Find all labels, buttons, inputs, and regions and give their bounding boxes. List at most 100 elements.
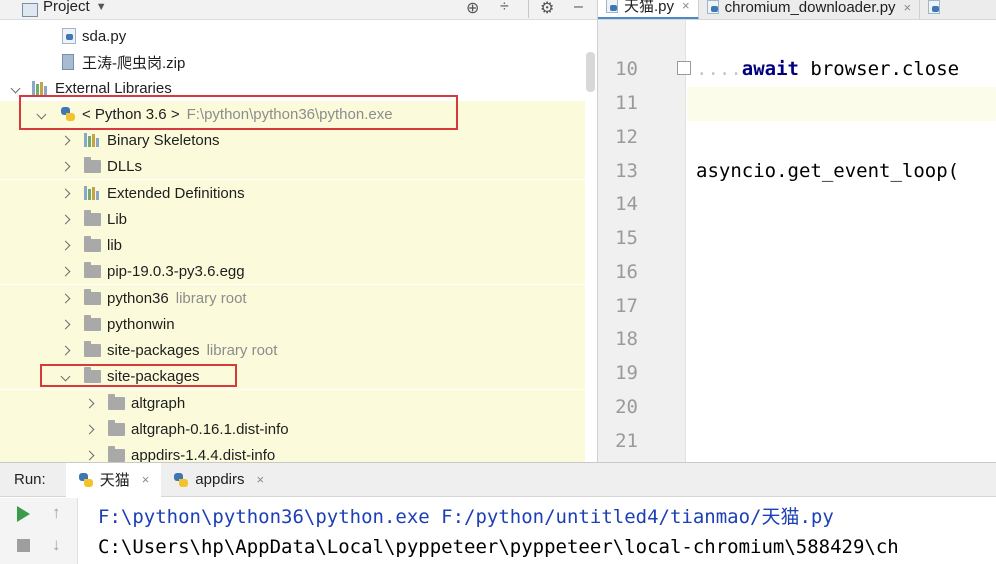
- console-line-command: F:\python\python36\python.exe F:/python/…: [98, 506, 834, 528]
- run-panel: Run: 天猫 × appdirs × ↑ ↓ F:\python\python…: [0, 462, 996, 564]
- tree-item-label: appdirs-1.4.4.dist-info: [131, 446, 276, 463]
- gear-icon[interactable]: ⚙: [540, 0, 554, 18]
- folder-icon: [84, 340, 101, 357]
- console-line-output: C:\Users\hp\AppData\Local\pyppeteer\pypp…: [98, 536, 899, 558]
- folder-icon: [84, 261, 101, 278]
- folder-icon: [84, 366, 101, 383]
- tree-item-appdirs-dist-info[interactable]: appdirs-1.4.4.dist-info: [0, 442, 585, 462]
- close-icon[interactable]: ×: [682, 0, 690, 13]
- folder-icon: [84, 156, 101, 173]
- tree-item-label: python36: [107, 289, 169, 307]
- tree-item-external-libraries[interactable]: External Libraries: [0, 75, 172, 101]
- line-number: 10: [615, 58, 638, 80]
- tree-item-python-sdk[interactable]: < Python 3.6 > F:\python\python36\python…: [0, 101, 585, 127]
- tree-item-label: sda.py: [82, 27, 127, 45]
- chevron-down-icon[interactable]: [8, 81, 22, 95]
- chevron-right-icon[interactable]: [58, 343, 72, 357]
- line-number: 15: [615, 227, 638, 249]
- run-tab-label: appdirs: [195, 471, 245, 488]
- chevron-right-icon[interactable]: [82, 448, 96, 462]
- hide-panel-icon[interactable]: –: [574, 0, 583, 16]
- library-icon: [84, 186, 101, 200]
- tree-item-label: pip-19.0.3-py3.6.egg: [107, 262, 245, 280]
- arrow-up-icon[interactable]: ↑: [52, 503, 61, 523]
- tree-item-python36[interactable]: python36 library root: [0, 285, 585, 311]
- folder-icon: [84, 288, 101, 305]
- tree-item-label: DLLs: [107, 157, 143, 175]
- archive-file-icon: [62, 54, 74, 70]
- chevron-right-icon[interactable]: [58, 159, 72, 173]
- tree-item-site-packages[interactable]: site-packages: [0, 363, 585, 389]
- collapse-all-icon[interactable]: ÷: [500, 0, 509, 16]
- code-text: browser.close: [798, 58, 960, 80]
- line-number: 21: [615, 430, 638, 452]
- editor-tab-bar: 天猫.py × chromium_downloader.py ×: [598, 0, 996, 20]
- chevron-right-icon[interactable]: [58, 133, 72, 147]
- chevron-down-icon[interactable]: ▼: [96, 1, 107, 13]
- arrow-down-icon[interactable]: ↓: [52, 535, 61, 555]
- close-icon[interactable]: ×: [257, 472, 265, 487]
- code-editor[interactable]: 10 11 12 13 14 15 16 17 18 19 20 21 ....…: [598, 20, 996, 462]
- project-title[interactable]: Project: [43, 0, 90, 15]
- chevron-down-icon[interactable]: [58, 369, 72, 383]
- tree-item-label: Lib: [107, 210, 128, 228]
- chevron-down-icon[interactable]: [34, 107, 48, 121]
- tree-item-label: External Libraries: [55, 79, 172, 97]
- project-scrollbar[interactable]: [586, 52, 595, 92]
- library-icon: [32, 81, 49, 95]
- tree-item-label: altgraph: [131, 394, 186, 412]
- line-number: 16: [615, 261, 638, 283]
- tree-item-label: pythonwin: [107, 315, 175, 333]
- tree-item-site-packages-root[interactable]: site-packages library root: [0, 337, 585, 363]
- tree-item-pip-egg[interactable]: pip-19.0.3-py3.6.egg: [0, 258, 585, 284]
- folder-icon: [108, 445, 125, 462]
- chevron-right-icon[interactable]: [82, 422, 96, 436]
- tree-item-dlls[interactable]: DLLs: [0, 153, 585, 179]
- tree-item-label: Extended Definitions: [107, 184, 245, 202]
- tree-item-sda-py[interactable]: sda.py: [0, 23, 126, 49]
- tree-item-extended-definitions[interactable]: Extended Definitions: [0, 180, 585, 206]
- tree-item-label: site-packages: [107, 341, 200, 359]
- line-number-gutter: 10 11 12 13 14 15 16 17 18 19 20 21: [598, 20, 686, 462]
- chevron-right-icon[interactable]: [58, 212, 72, 226]
- line-number: 17: [615, 295, 638, 317]
- tab-tianmao-py[interactable]: 天猫.py ×: [598, 0, 699, 19]
- tree-item-zip[interactable]: 王涛-爬虫岗.zip: [0, 49, 185, 75]
- tree-item-label: altgraph-0.16.1.dist-info: [131, 420, 289, 438]
- chevron-right-icon[interactable]: [58, 238, 72, 252]
- folder-icon: [84, 209, 101, 226]
- locate-target-icon[interactable]: ⊕: [466, 0, 479, 18]
- line-number: 11: [615, 92, 638, 114]
- tree-item-altgraph-dist-info[interactable]: altgraph-0.16.1.dist-info: [0, 416, 585, 442]
- tree-item-altgraph[interactable]: altgraph: [0, 390, 585, 416]
- tree-item-lib-lower[interactable]: lib: [0, 232, 585, 258]
- chevron-right-icon[interactable]: [82, 396, 96, 410]
- close-icon[interactable]: ×: [142, 472, 150, 487]
- python-file-icon: [928, 0, 941, 14]
- stop-icon[interactable]: [17, 539, 30, 552]
- python-file-icon: [706, 0, 719, 14]
- line-number: 13: [615, 160, 638, 182]
- fold-marker-icon[interactable]: [677, 61, 691, 75]
- chevron-right-icon[interactable]: [58, 317, 72, 331]
- line-number: 12: [615, 126, 638, 148]
- close-icon[interactable]: ×: [904, 0, 912, 15]
- folder-icon: [108, 419, 125, 436]
- chevron-right-icon[interactable]: [58, 186, 72, 200]
- tree-item-label: site-packages: [107, 367, 200, 385]
- project-folder-icon: [22, 2, 38, 17]
- keyword-await: await: [741, 58, 799, 80]
- chevron-right-icon[interactable]: [58, 291, 72, 305]
- tab-overflow[interactable]: [920, 0, 954, 19]
- tree-item-pythonwin[interactable]: pythonwin: [0, 311, 585, 337]
- run-tab-appdirs[interactable]: appdirs ×: [161, 463, 276, 497]
- run-tab-label: 天猫: [99, 472, 130, 489]
- chevron-right-icon[interactable]: [58, 264, 72, 278]
- tree-item-binary-skeletons[interactable]: Binary Skeletons: [0, 127, 585, 153]
- python-file-icon: [606, 0, 618, 13]
- tree-item-lib-upper[interactable]: Lib: [0, 206, 585, 232]
- run-tab-tianmao[interactable]: 天猫 ×: [65, 462, 162, 497]
- rerun-icon[interactable]: [17, 506, 30, 522]
- folder-icon: [84, 235, 101, 252]
- tab-chromium-downloader[interactable]: chromium_downloader.py ×: [699, 0, 921, 19]
